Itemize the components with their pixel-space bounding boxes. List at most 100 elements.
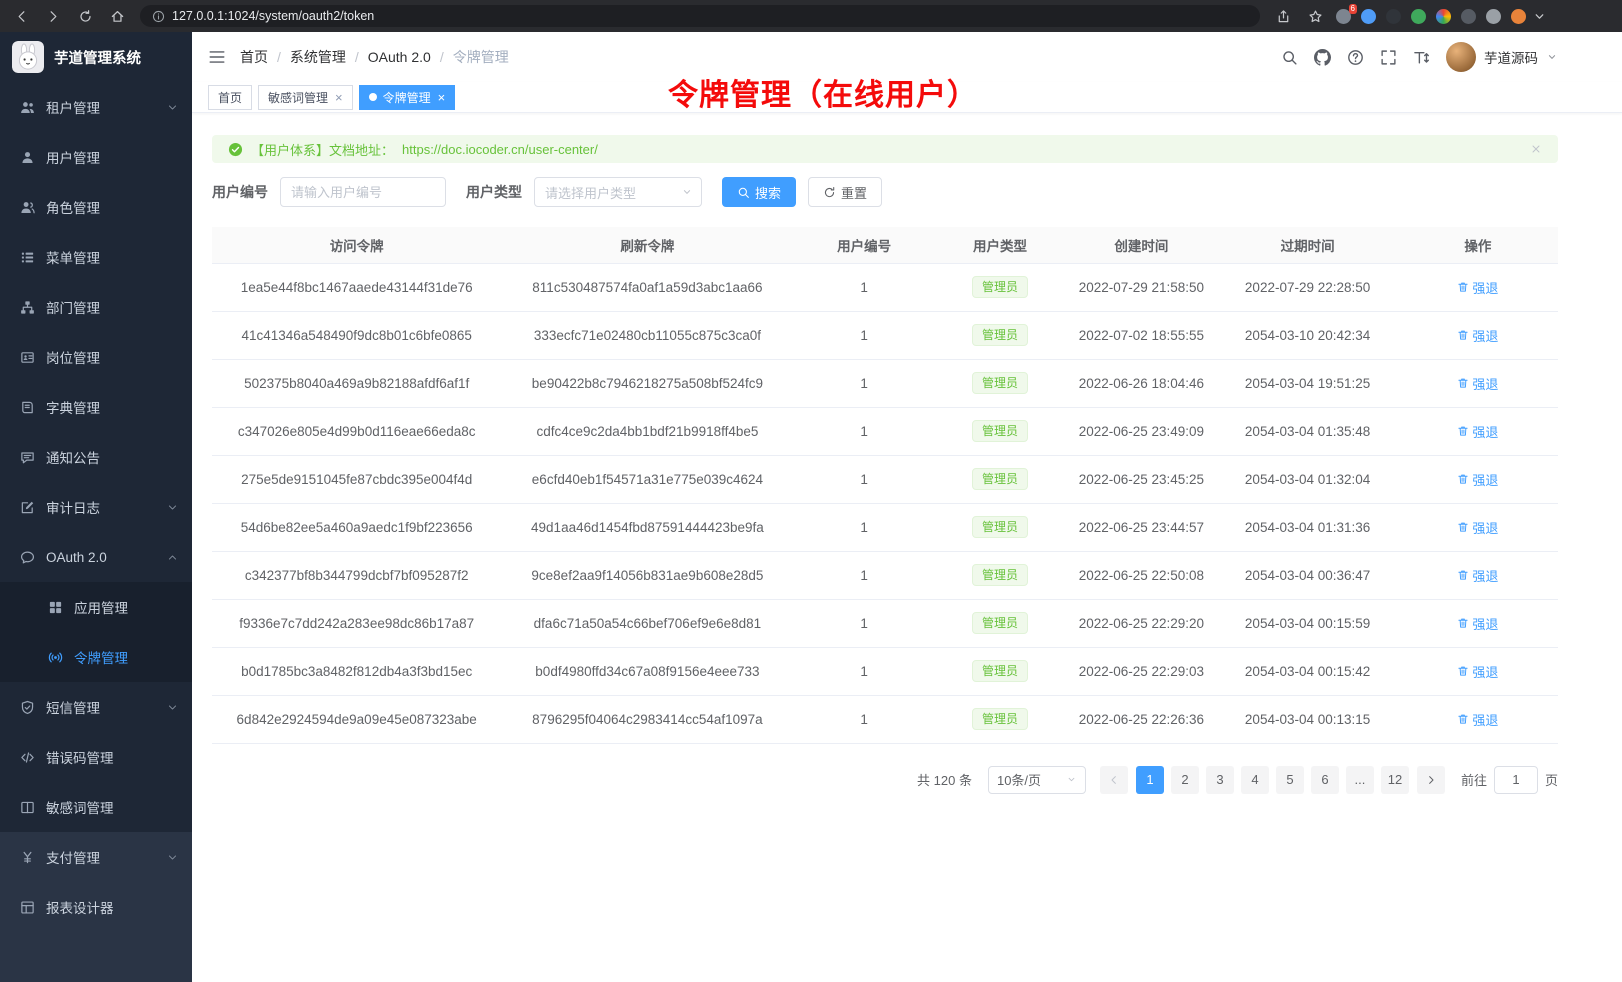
sidebar-item[interactable]: 字典管理 (0, 382, 192, 432)
alert-close-icon[interactable] (1530, 143, 1542, 155)
extension-green-icon[interactable] (1411, 9, 1426, 24)
sidebar-item[interactable]: 支付管理 (0, 832, 192, 882)
site-info-icon[interactable] (152, 10, 165, 23)
force-logout-button[interactable]: 强退 (1457, 470, 1498, 489)
force-logout-button[interactable]: 强退 (1457, 374, 1498, 393)
force-logout-button[interactable]: 强退 (1457, 278, 1498, 297)
sidebar-item[interactable]: 部门管理 (0, 282, 192, 332)
user-menu[interactable]: 芋道源码 (1446, 42, 1558, 72)
page-2-button[interactable]: 2 (1171, 766, 1199, 794)
doc-link[interactable]: https://doc.iocoder.cn/user-center/ (402, 142, 598, 157)
sidebar-item[interactable]: 用户管理 (0, 132, 192, 182)
refresh-token-cell: be90422b8c7946218275a508bf524fc9 (501, 359, 793, 407)
user-type-badge: 管理员 (972, 708, 1028, 730)
user-id-input[interactable] (280, 177, 446, 207)
tab[interactable]: 令牌管理× (359, 85, 456, 110)
profile-avatar-icon[interactable] (1511, 9, 1526, 24)
github-icon[interactable] (1314, 49, 1331, 66)
home-icon[interactable] (104, 4, 130, 28)
next-page-button[interactable] (1417, 766, 1445, 794)
page-3-button[interactable]: 3 (1206, 766, 1234, 794)
sidebar-item[interactable]: 敏感词管理 (0, 782, 192, 832)
sidebar-item[interactable]: 短信管理 (0, 682, 192, 732)
back-icon[interactable] (8, 4, 34, 28)
user-id-cell: 1 (793, 599, 934, 647)
prev-page-button[interactable] (1100, 766, 1128, 794)
breadcrumb-item[interactable]: 首页 (240, 47, 268, 67)
force-logout-button[interactable]: 强退 (1457, 614, 1498, 633)
delete-icon (1457, 713, 1469, 725)
tab-label: 首页 (218, 89, 242, 106)
font-size-icon[interactable] (1413, 49, 1430, 66)
post-icon (20, 350, 35, 365)
browser-action-icons (1270, 4, 1328, 28)
user-type-badge: 管理员 (972, 612, 1028, 634)
url-bar[interactable]: 127.0.0.1:1024/system/oauth2/token (140, 5, 1260, 27)
topbar: 首页/系统管理/OAuth 2.0/令牌管理 芋道源码 (192, 32, 1622, 82)
sidebar-item[interactable]: 菜单管理 (0, 232, 192, 282)
tab[interactable]: 首页 (208, 85, 252, 110)
force-logout-button[interactable]: 强退 (1457, 566, 1498, 585)
sidebar-item[interactable]: 角色管理 (0, 182, 192, 232)
forward-icon[interactable] (40, 4, 66, 28)
fullscreen-icon[interactable] (1380, 49, 1397, 66)
sidebar-subitem[interactable]: 令牌管理 (0, 632, 192, 682)
delete-icon (1457, 569, 1469, 581)
force-logout-button[interactable]: 强退 (1457, 422, 1498, 441)
page-1-button[interactable]: 1 (1136, 766, 1164, 794)
access-token-cell: c342377bf8b344799dcbf7bf095287f2 (212, 551, 501, 599)
bookmark-star-icon[interactable] (1302, 4, 1328, 28)
sidebar-subitem-label: 应用管理 (74, 597, 178, 617)
sidebar-item[interactable]: 报表设计器 (0, 882, 192, 932)
sidebar-toggle-extension-icon[interactable] (1486, 9, 1501, 24)
sidebar-item[interactable]: 审计日志 (0, 482, 192, 532)
user-id-filter: 用户编号 (212, 177, 446, 207)
extension-dark-icon[interactable] (1386, 9, 1401, 24)
delete-icon (1457, 521, 1469, 533)
help-icon[interactable] (1347, 49, 1364, 66)
extension-rainbow-icon[interactable] (1436, 9, 1451, 24)
breadcrumb-item[interactable]: OAuth 2.0 (368, 49, 431, 65)
extension-puzzle-icon[interactable]: 6 (1336, 9, 1351, 24)
user-id-cell: 1 (793, 647, 934, 695)
page-12-button[interactable]: 12 (1381, 766, 1409, 794)
user-type-select[interactable]: 请选择用户类型 (534, 177, 702, 207)
share-icon[interactable] (1270, 4, 1296, 28)
tab[interactable]: 敏感词管理× (258, 85, 353, 110)
expire-time-cell: 2054-03-04 01:31:36 (1217, 503, 1397, 551)
sidebar-subitem[interactable]: 应用管理 (0, 582, 192, 632)
more-pages-button[interactable]: ... (1346, 766, 1374, 794)
force-logout-button[interactable]: 强退 (1457, 662, 1498, 681)
page-size-select[interactable]: 10条/页 (988, 766, 1086, 794)
access-token-cell: 1ea5e44f8bc1467aaede43144f31de76 (212, 263, 501, 311)
select-caret-icon (681, 186, 693, 198)
force-logout-button[interactable]: 强退 (1457, 710, 1498, 729)
page-6-button[interactable]: 6 (1311, 766, 1339, 794)
sidebar-item[interactable]: 错误码管理 (0, 732, 192, 782)
extension-gray-icon[interactable] (1461, 9, 1476, 24)
reset-button[interactable]: 重置 (808, 177, 882, 207)
force-logout-button[interactable]: 强退 (1457, 326, 1498, 345)
sidebar-item[interactable]: 通知公告 (0, 432, 192, 482)
search-button[interactable]: 搜索 (722, 177, 796, 207)
goto-page-input[interactable] (1494, 766, 1538, 794)
browser-profile-caret-icon[interactable] (1526, 4, 1552, 28)
access-token-cell: 41c41346a548490f9dc8b01c6bfe0865 (212, 311, 501, 359)
page-4-button[interactable]: 4 (1241, 766, 1269, 794)
search-icon[interactable] (1281, 49, 1298, 66)
active-tab-dot (369, 93, 377, 101)
sidebar-collapse-icon[interactable] (208, 48, 226, 66)
sidebar-item[interactable]: 岗位管理 (0, 332, 192, 382)
tab-close-icon[interactable]: × (438, 91, 446, 104)
app-logo[interactable]: 芋道管理系统 (0, 32, 192, 82)
sidebar-item[interactable]: 租户管理 (0, 82, 192, 132)
url-text: 127.0.0.1:1024/system/oauth2/token (172, 9, 374, 23)
extension-blue-icon[interactable] (1361, 9, 1376, 24)
force-logout-button[interactable]: 强退 (1457, 518, 1498, 537)
reload-icon[interactable] (72, 4, 98, 28)
page-5-button[interactable]: 5 (1276, 766, 1304, 794)
menu-list-icon (20, 250, 35, 265)
breadcrumb-item[interactable]: 系统管理 (290, 47, 346, 67)
tab-close-icon[interactable]: × (335, 91, 343, 104)
sidebar-item[interactable]: OAuth 2.0 (0, 532, 192, 582)
